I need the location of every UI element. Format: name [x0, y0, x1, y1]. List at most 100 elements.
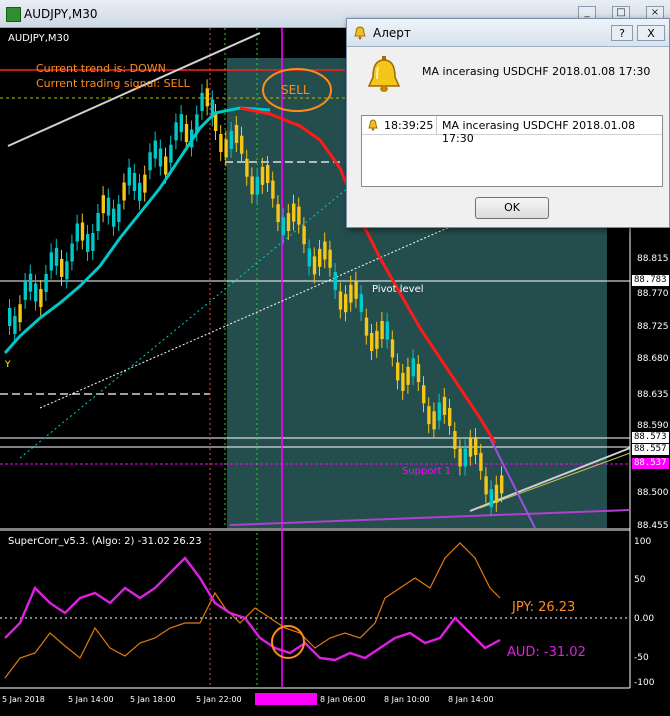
candle-body	[281, 217, 285, 236]
candle-body	[380, 321, 384, 340]
alert-row-message: MA incerasing USDCHF 2018.01.08 17:30	[442, 119, 636, 145]
time-tick: 5 Jan 22:00	[196, 695, 242, 704]
candle-body	[18, 304, 22, 323]
price-tick: 88.590	[637, 421, 669, 431]
time-tick: 8 Jan 10:00	[384, 695, 430, 704]
sell-label: SELL	[281, 83, 310, 97]
candle-body	[80, 222, 85, 241]
price-tick: 88.455	[637, 521, 669, 531]
candle-body	[148, 152, 152, 171]
price-tick: 88.500	[637, 488, 669, 498]
window-title: AUDJPY,M30	[24, 7, 98, 21]
jpy-correlation-line	[4, 542, 501, 679]
candle-body	[28, 273, 33, 292]
pivot-label: Pivot level	[372, 284, 424, 295]
price-tick: 88.635	[637, 390, 669, 400]
candle-body	[205, 88, 209, 107]
candle-body	[458, 448, 462, 467]
candle-body	[474, 437, 478, 456]
price-tick: 88.770	[637, 289, 669, 299]
trend-text: Current trend is: DOWN	[36, 62, 166, 75]
chart-window-icon	[6, 7, 21, 22]
time-tick: 5 Jan 2018	[2, 695, 45, 704]
candle-body	[96, 212, 100, 231]
candle-body	[60, 258, 64, 277]
candle-body	[463, 448, 467, 467]
candle-body	[164, 156, 168, 175]
candle-body	[86, 233, 90, 252]
alert-row-time: 18:39:25	[384, 119, 434, 132]
pivot-price-tag: 88.783	[632, 275, 669, 286]
candle-body	[75, 223, 79, 242]
candle-body	[448, 407, 452, 426]
candle-body	[484, 476, 488, 495]
candle-body	[479, 452, 483, 471]
candle-body	[422, 385, 426, 404]
candle-body	[122, 182, 126, 201]
alert-history-list[interactable]: 18:39:25 MA incerasing USDCHF 2018.01.08…	[361, 115, 663, 187]
candle-body	[260, 166, 265, 185]
price-tick: 88.815	[637, 254, 669, 264]
sub-chart-label: SuperCorr_v5.3. (Algo: 2) -31.02 26.23	[8, 536, 202, 547]
candle-body	[8, 308, 12, 326]
time-tick: 5 Jan 14:00	[68, 695, 114, 704]
candle-body	[385, 321, 389, 340]
sub-tick: 50	[634, 575, 646, 585]
help-button[interactable]: ?	[611, 25, 633, 41]
candle-body	[174, 122, 178, 141]
candle-body	[250, 176, 254, 195]
candle-body	[453, 431, 457, 450]
candle-body	[328, 249, 332, 268]
chart-symbol-label: AUDJPY,M30	[8, 33, 69, 44]
candle-body	[406, 366, 410, 385]
candle-body	[255, 176, 259, 195]
candle-body	[427, 406, 431, 425]
candle-body	[500, 475, 504, 494]
signal-text: Current trading signal: SELL	[36, 77, 191, 90]
candle-body	[54, 247, 59, 266]
sub-tick: -100	[634, 678, 655, 688]
candle-body	[401, 372, 405, 391]
candle-body	[143, 174, 147, 193]
candle-body	[117, 204, 121, 223]
time-tick: 8 Jan 06:00	[320, 695, 366, 704]
jpy-label: JPY: 26.23	[511, 600, 575, 615]
candle-body	[364, 317, 369, 336]
alert-message: MA incerasing USDCHF 2018.01.08 17:30	[422, 65, 651, 78]
sub-tick: -50	[634, 653, 649, 663]
candle-body	[292, 203, 296, 222]
list-item[interactable]: 18:39:25 MA incerasing USDCHF 2018.01.08…	[362, 116, 662, 145]
column-divider	[436, 116, 437, 135]
candle-body	[127, 167, 131, 186]
candle-body	[307, 248, 311, 267]
candle-body	[333, 272, 337, 291]
close-alert-button[interactable]: X	[637, 25, 665, 41]
candle-body	[200, 92, 204, 111]
candle-body	[179, 114, 183, 133]
candle-body	[276, 204, 280, 223]
price-tick: 88.680	[637, 354, 669, 364]
candle-body	[266, 165, 270, 184]
candle-body	[34, 283, 38, 302]
alert-dialog[interactable]: Алерт ? X MA incerasing USDCHF 2018.01.0…	[346, 18, 670, 228]
candle-body	[432, 411, 436, 430]
candle-body	[44, 273, 48, 292]
aud-correlation-line	[4, 556, 501, 662]
pane-separator[interactable]	[0, 528, 630, 531]
candle-body	[101, 195, 105, 214]
ok-button[interactable]: OK	[475, 197, 549, 219]
candle-body	[245, 158, 249, 177]
candle-body	[49, 252, 53, 271]
candle-body	[359, 294, 363, 313]
candle-body	[349, 284, 353, 303]
bell-icon	[368, 119, 378, 131]
support-price-tag: 88.537	[632, 458, 669, 469]
sub-tick: 0.00	[634, 614, 654, 624]
candle-body	[297, 206, 301, 225]
candle-body	[106, 197, 111, 216]
candle-body	[138, 182, 142, 201]
candle-body	[214, 113, 218, 131]
candle-body	[169, 144, 173, 163]
alert-title-bar[interactable]: Алерт ? X	[347, 19, 669, 47]
alert-title: Алерт	[373, 26, 411, 40]
